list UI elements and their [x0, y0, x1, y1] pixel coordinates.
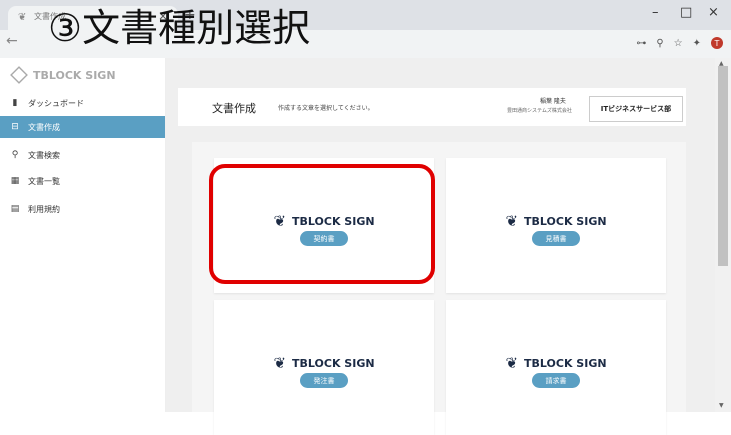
sidebar-item-dashboard[interactable]: ▮ ダッシュボード: [0, 92, 165, 114]
doc-logo-text: TBLOCK SIGN: [292, 356, 375, 370]
doc-type-pill[interactable]: 請求書: [532, 373, 580, 388]
selection-highlight: [209, 164, 435, 284]
document-card-order[interactable]: ❦ TBLOCK SIGN 発注書: [214, 300, 434, 435]
search-icon: ⚲: [11, 150, 19, 160]
sidebar-item-search-document[interactable]: ⚲ 文書検索: [0, 144, 165, 166]
window-close-icon[interactable]: ×: [708, 5, 719, 20]
sidebar-logo[interactable]: TBLOCK SIGN: [10, 66, 116, 84]
file-icon: ▤: [10, 204, 20, 214]
sidebar-item-document-list[interactable]: ▦ 文書一覧: [0, 170, 165, 192]
tblock-logo-icon: ❦: [505, 354, 519, 372]
minimize-icon[interactable]: –: [652, 5, 659, 20]
zoom-icon[interactable]: ⚲: [656, 38, 663, 49]
document-card-quote[interactable]: ❦ TBLOCK SIGN 見積書: [446, 158, 666, 293]
sidebar-item-label: 利用規約: [28, 204, 60, 214]
page-title: 文書作成: [212, 102, 256, 115]
user-name: 稲葉 隆夫: [540, 98, 566, 105]
sidebar-item-create-document[interactable]: ⊟ 文書作成: [0, 116, 165, 138]
doc-logo: ❦ TBLOCK SIGN: [214, 354, 434, 372]
doc-logo: ❦ TBLOCK SIGN: [446, 354, 666, 372]
logo-mark-icon: [10, 66, 28, 84]
tblock-logo-icon: ❦: [273, 354, 287, 372]
maximize-icon[interactable]: □: [680, 5, 692, 20]
bar-chart-icon: ▮: [12, 98, 18, 108]
user-company: 豊田通商システムズ株式会社: [507, 108, 572, 114]
logo-text: TBLOCK SIGN: [33, 68, 116, 82]
page-subtitle: 作成する文章を選択してください。: [278, 105, 374, 112]
back-arrow-icon[interactable]: ←: [6, 33, 18, 49]
tblock-logo-icon: ❦: [505, 212, 519, 230]
sidebar-item-label: ダッシュボード: [28, 98, 84, 108]
doc-type-pill[interactable]: 発注書: [300, 373, 348, 388]
profile-avatar[interactable]: T: [711, 37, 723, 49]
doc-logo-text: TBLOCK SIGN: [524, 214, 607, 228]
tab-favicon-icon: ❦: [18, 12, 27, 23]
key-icon[interactable]: ⊶: [636, 38, 646, 49]
doc-type-pill[interactable]: 見積書: [532, 231, 580, 246]
sidebar-item-terms[interactable]: ▤ 利用規約: [0, 198, 165, 220]
star-icon[interactable]: ☆: [674, 38, 683, 49]
document-icon: ⊟: [11, 122, 19, 132]
extensions-icon[interactable]: ✦: [693, 38, 701, 49]
list-icon: ▦: [10, 176, 20, 186]
browser-toolbar: ⊶ ⚲ ☆ ✦ T: [636, 37, 723, 49]
scrollbar-thumb[interactable]: [718, 66, 728, 266]
step-annotation: ③文書種別選択: [48, 6, 311, 50]
department-button[interactable]: ITビジネスサービス部: [589, 96, 683, 122]
sidebar-item-label: 文書一覧: [28, 176, 60, 186]
sidebar-item-label: 文書検索: [28, 150, 60, 160]
document-card-invoice[interactable]: ❦ TBLOCK SIGN 請求書: [446, 300, 666, 435]
sidebar-item-label: 文書作成: [28, 122, 60, 132]
doc-logo-text: TBLOCK SIGN: [524, 356, 607, 370]
scroll-down-icon[interactable]: ▼: [719, 402, 724, 409]
scroll-up-icon[interactable]: ▲: [719, 60, 724, 67]
doc-logo: ❦ TBLOCK SIGN: [446, 212, 666, 230]
sidebar: TBLOCK SIGN ▮ ダッシュボード ⊟ 文書作成 ⚲ 文書検索 ▦ 文書…: [0, 58, 166, 412]
